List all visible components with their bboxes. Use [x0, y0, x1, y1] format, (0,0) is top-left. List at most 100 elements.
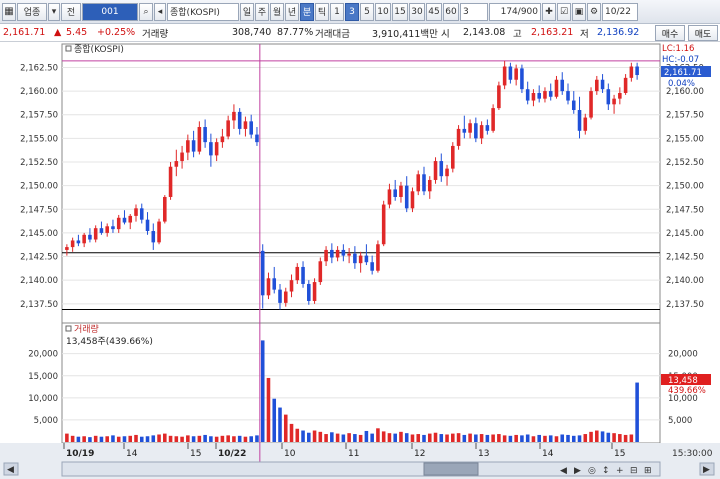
- buy-button[interactable]: 매수: [655, 25, 685, 41]
- volume-bar: [260, 340, 265, 442]
- candle-body: [347, 253, 351, 256]
- candle-body: [88, 234, 92, 240]
- period-week[interactable]: 주: [255, 2, 269, 21]
- period-day[interactable]: 일: [240, 2, 254, 21]
- grid-icon[interactable]: ▦: [2, 2, 16, 21]
- candle-body: [237, 111, 242, 129]
- interval-45[interactable]: 45: [426, 2, 442, 21]
- volume-bar: [111, 435, 115, 442]
- market-select[interactable]: 업종: [17, 2, 47, 21]
- volume-bar: [427, 433, 432, 442]
- volume-bar: [301, 430, 305, 442]
- volume-bar: [514, 434, 518, 442]
- price-tick-left: 2,152.50: [20, 158, 58, 168]
- candle-body: [543, 91, 547, 99]
- volume-bar: [76, 436, 81, 442]
- volume-bar: [508, 435, 513, 442]
- volume-bar: [600, 431, 605, 442]
- volume-bar: [595, 430, 599, 442]
- price-legend[interactable]: 종합(KOSPI): [74, 44, 124, 55]
- volume-bar: [65, 433, 69, 442]
- candle-body: [618, 92, 622, 99]
- candle-body: [427, 179, 432, 192]
- date-input[interactable]: 10/22: [602, 2, 638, 21]
- candle-body: [612, 98, 616, 105]
- candle-body: [128, 215, 133, 223]
- volume-legend[interactable]: 거래량: [74, 323, 99, 335]
- price-tick-right: 2,150.00: [666, 182, 704, 192]
- time-tick-label: 10: [284, 449, 296, 459]
- candle-body: [376, 244, 380, 271]
- candle-body: [502, 66, 507, 86]
- volume-bar: [376, 428, 380, 442]
- volume-bar: [370, 433, 374, 442]
- interval-30[interactable]: 30: [409, 2, 425, 21]
- chart-area[interactable]: 2,162.502,162.502,160.002,160.002,157.50…: [0, 42, 720, 479]
- volume-bar: [203, 434, 207, 442]
- period-month[interactable]: 월: [270, 2, 284, 21]
- interval-5[interactable]: 5: [360, 2, 374, 21]
- volume-bar: [255, 435, 259, 442]
- candle-body: [600, 79, 605, 90]
- sell-button[interactable]: 매도: [688, 25, 718, 41]
- volume-bar: [272, 398, 277, 442]
- candle-body: [283, 291, 288, 303]
- type-select[interactable]: 전: [61, 2, 81, 21]
- toolbar: ▦ 업종 ▾ 전 001 ⌕ ◂ 종합(KOSPI) 일 주 월 년 분 틱 1…: [0, 0, 720, 24]
- time-tick-label: 14: [542, 449, 554, 459]
- volume-tick-left: 10,000: [28, 394, 58, 404]
- lock-icon[interactable]: ▣: [572, 2, 586, 21]
- volume-bar: [358, 434, 363, 442]
- price-tick-right: 2,155.00: [666, 134, 704, 144]
- candle-body: [589, 91, 593, 118]
- volume-bar: [422, 434, 426, 442]
- code-input[interactable]: 001: [82, 2, 138, 21]
- last-volume-pct: 439.66%: [668, 386, 706, 396]
- interval-10[interactable]: 10: [375, 2, 391, 21]
- chevron-down-icon[interactable]: ▾: [48, 2, 60, 21]
- candle-body: [577, 110, 582, 131]
- candlestick-chart[interactable]: 2,162.502,162.502,160.002,160.002,157.50…: [0, 42, 720, 479]
- volume-bar: [180, 436, 184, 442]
- candle-body: [157, 221, 161, 243]
- scrollbar-thumb[interactable]: [423, 462, 479, 476]
- period-tick[interactable]: 틱: [315, 2, 329, 21]
- candle-body: [65, 247, 69, 250]
- interval-60[interactable]: 60: [443, 2, 459, 21]
- candle-body: [623, 77, 628, 93]
- search-icon[interactable]: ⌕: [139, 2, 153, 21]
- volume-bar: [433, 432, 438, 442]
- candle-body: [439, 161, 444, 177]
- volume-bar: [399, 431, 403, 442]
- interval-3[interactable]: 3: [345, 2, 359, 21]
- candle-body: [548, 91, 553, 97]
- volume-bar: [381, 431, 386, 442]
- volume-tick-right: 20,000: [668, 350, 698, 360]
- candle-body: [508, 66, 513, 80]
- volume-bar: [283, 414, 288, 442]
- volume-bar: [145, 436, 150, 442]
- candle-body: [255, 134, 259, 143]
- speaker-icon[interactable]: ◂: [154, 2, 166, 21]
- volume-bar: [122, 436, 127, 442]
- volume-bar: [623, 434, 628, 442]
- price-tick-right: 2,140.00: [666, 276, 704, 286]
- checkbox-icon[interactable]: ☑: [557, 2, 571, 21]
- period-minute[interactable]: 분: [300, 2, 314, 21]
- interval-15[interactable]: 15: [392, 2, 408, 21]
- period-year[interactable]: 년: [285, 2, 299, 21]
- settings-icon[interactable]: ✚: [542, 2, 556, 21]
- volume-bar: [560, 434, 565, 442]
- volume-bar: [128, 435, 133, 442]
- change-pct: +0.25%: [97, 27, 136, 38]
- interval-input[interactable]: 3: [460, 2, 488, 21]
- candle-body: [537, 92, 541, 99]
- hc-label: HC:-0.07: [662, 55, 699, 65]
- candle-body: [312, 282, 317, 301]
- volume-bar: [491, 434, 495, 442]
- high-label: 고: [513, 28, 522, 40]
- volume-bar: [468, 433, 472, 442]
- interval-1[interactable]: 1: [330, 2, 344, 21]
- gear-icon[interactable]: ⚙: [587, 2, 601, 21]
- scrollbar-track[interactable]: [61, 461, 661, 477]
